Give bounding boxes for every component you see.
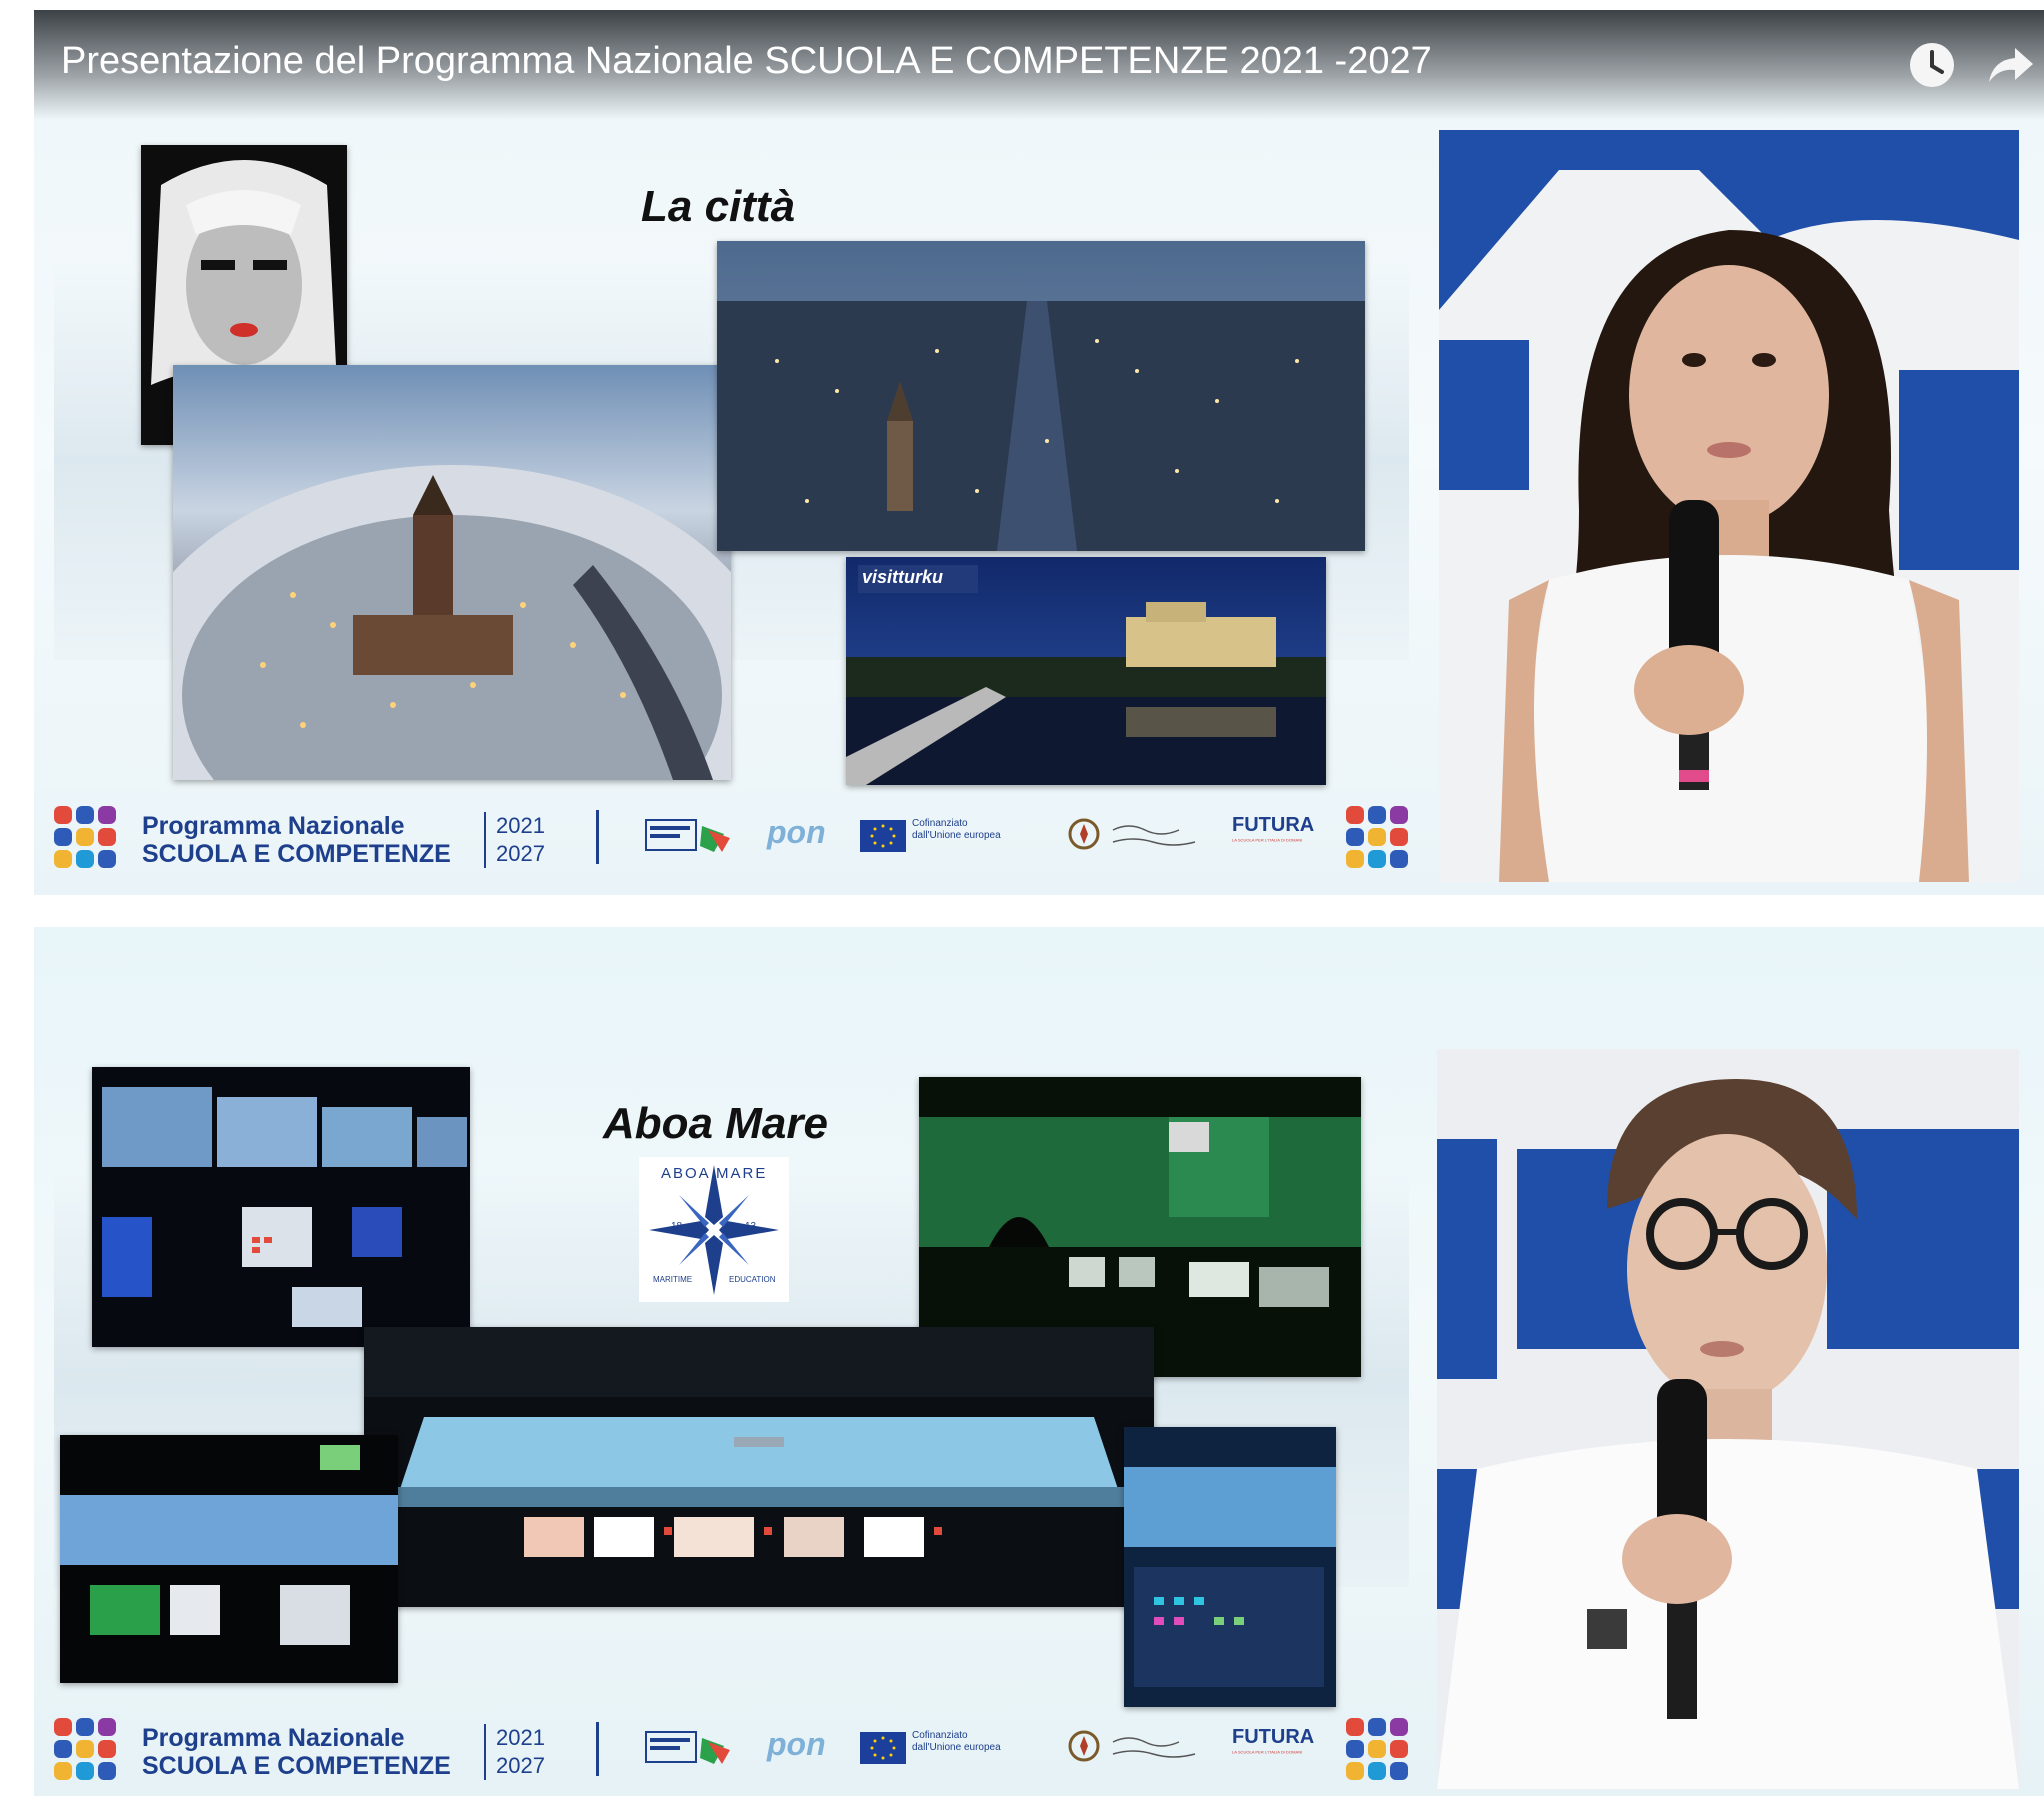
futura-subtitle: LA SCUOLA PER L'ITALIA DI DOMANI <box>1232 1750 1303 1755</box>
video-title-bar: Presentazione del Programma Nazionale SC… <box>34 10 2044 120</box>
program-name-line2: SCUOLA E COMPETENZE <box>142 1752 451 1780</box>
futura-logo: FUTURA <box>1232 1726 1315 1748</box>
bridge-simulator-image-3 <box>364 1327 1154 1607</box>
video-title[interactable]: Presentazione del Programma Nazionale SC… <box>61 40 1432 83</box>
aerial-city-image <box>717 241 1365 551</box>
program-logo-icon <box>54 806 116 868</box>
ministry-script-icon <box>1112 825 1196 846</box>
eu-cofinanced-text: Cofinanziato dall'Unione europea <box>912 818 1001 842</box>
eu-cofinanced-text: Cofinanziato dall'Unione europea <box>912 1730 1001 1754</box>
logo-year-left: 18 <box>671 1221 683 1232</box>
eu-line1: Cofinanziato <box>912 1730 968 1741</box>
eu-line1: Cofinanziato <box>912 818 968 829</box>
futura-logo: FUTURA <box>1232 814 1315 836</box>
program-name-line1: Programma Nazionale <box>142 1724 405 1752</box>
bridge-simulator-image-4 <box>60 1435 398 1683</box>
aboa-mare-logo: ABOA MARE 18 13 MARITIME EDUCATION <box>639 1157 789 1302</box>
logo-year-right: 13 <box>745 1221 757 1232</box>
logo-bottom-left: MARITIME <box>653 1275 693 1284</box>
slide-title: La città <box>641 182 796 231</box>
speaker-video-1 <box>1439 130 2019 882</box>
logo-top-text: ABOA MARE <box>661 1165 768 1182</box>
coesione-logo-icon <box>645 819 730 852</box>
slide-2: Aboa Mare ABOA MARE 18 13 MARITIME EDUCA… <box>34 927 1429 1796</box>
video-frame-1[interactable]: La città visitturku Programma Nazionale … <box>34 10 2044 895</box>
futura-subtitle: LA SCUOLA PER L'ITALIA DI DOMANI <box>1232 838 1303 843</box>
slide-title: Aboa Mare <box>603 1099 828 1148</box>
river-night-image: visitturku <box>846 557 1326 785</box>
program-logo-icon <box>54 1718 116 1780</box>
year-end: 2027 <box>496 1753 545 1778</box>
program-logo-icon <box>1346 1718 1408 1780</box>
video-frame-2[interactable]: Aboa Mare ABOA MARE 18 13 MARITIME EDUCA… <box>34 927 2044 1796</box>
share-icon[interactable] <box>1983 38 2037 92</box>
program-years: 2021 2027 <box>484 812 545 868</box>
photo-caption: visitturku <box>862 567 944 587</box>
ministry-emblem-icon <box>1068 1730 1100 1762</box>
coesione-logo-icon <box>645 1731 730 1764</box>
slide-footer: Programma Nazionale SCUOLA E COMPETENZE … <box>54 1712 1414 1796</box>
year-start: 2021 <box>496 813 545 838</box>
program-name: Programma Nazionale SCUOLA E COMPETENZE <box>142 1724 451 1780</box>
program-logo-icon <box>1346 806 1408 868</box>
logo-bottom-right: EDUCATION <box>729 1275 776 1284</box>
program-name-line1: Programma Nazionale <box>142 812 405 840</box>
program-name: Programma Nazionale SCUOLA E COMPETENZE <box>142 812 451 868</box>
eu-flag-icon <box>860 1732 906 1764</box>
pon-logo: pon <box>767 814 826 850</box>
footer-divider <box>596 1722 599 1776</box>
eu-line2: dall'Unione europea <box>912 830 1001 841</box>
eu-flag-icon <box>860 820 906 852</box>
program-years: 2021 2027 <box>484 1724 545 1780</box>
bridge-simulator-image-1 <box>92 1067 470 1347</box>
ministry-emblem-icon <box>1068 818 1100 850</box>
slide-1: La città visitturku Programma Nazionale … <box>34 10 1429 895</box>
clock-icon[interactable] <box>1905 38 1959 92</box>
footer-divider <box>596 810 599 864</box>
program-name-line2: SCUOLA E COMPETENZE <box>142 840 451 868</box>
pon-logo: pon <box>767 1726 826 1762</box>
ministry-script-icon <box>1112 1737 1196 1758</box>
slide-footer: Programma Nazionale SCUOLA E COMPETENZE … <box>54 800 1414 890</box>
bridge-simulator-image-5 <box>1124 1427 1336 1707</box>
eu-line2: dall'Unione europea <box>912 1742 1001 1753</box>
year-start: 2021 <box>496 1725 545 1750</box>
snowy-city-image <box>173 365 731 780</box>
speaker-video-2 <box>1437 1049 2019 1789</box>
year-end: 2027 <box>496 841 545 866</box>
